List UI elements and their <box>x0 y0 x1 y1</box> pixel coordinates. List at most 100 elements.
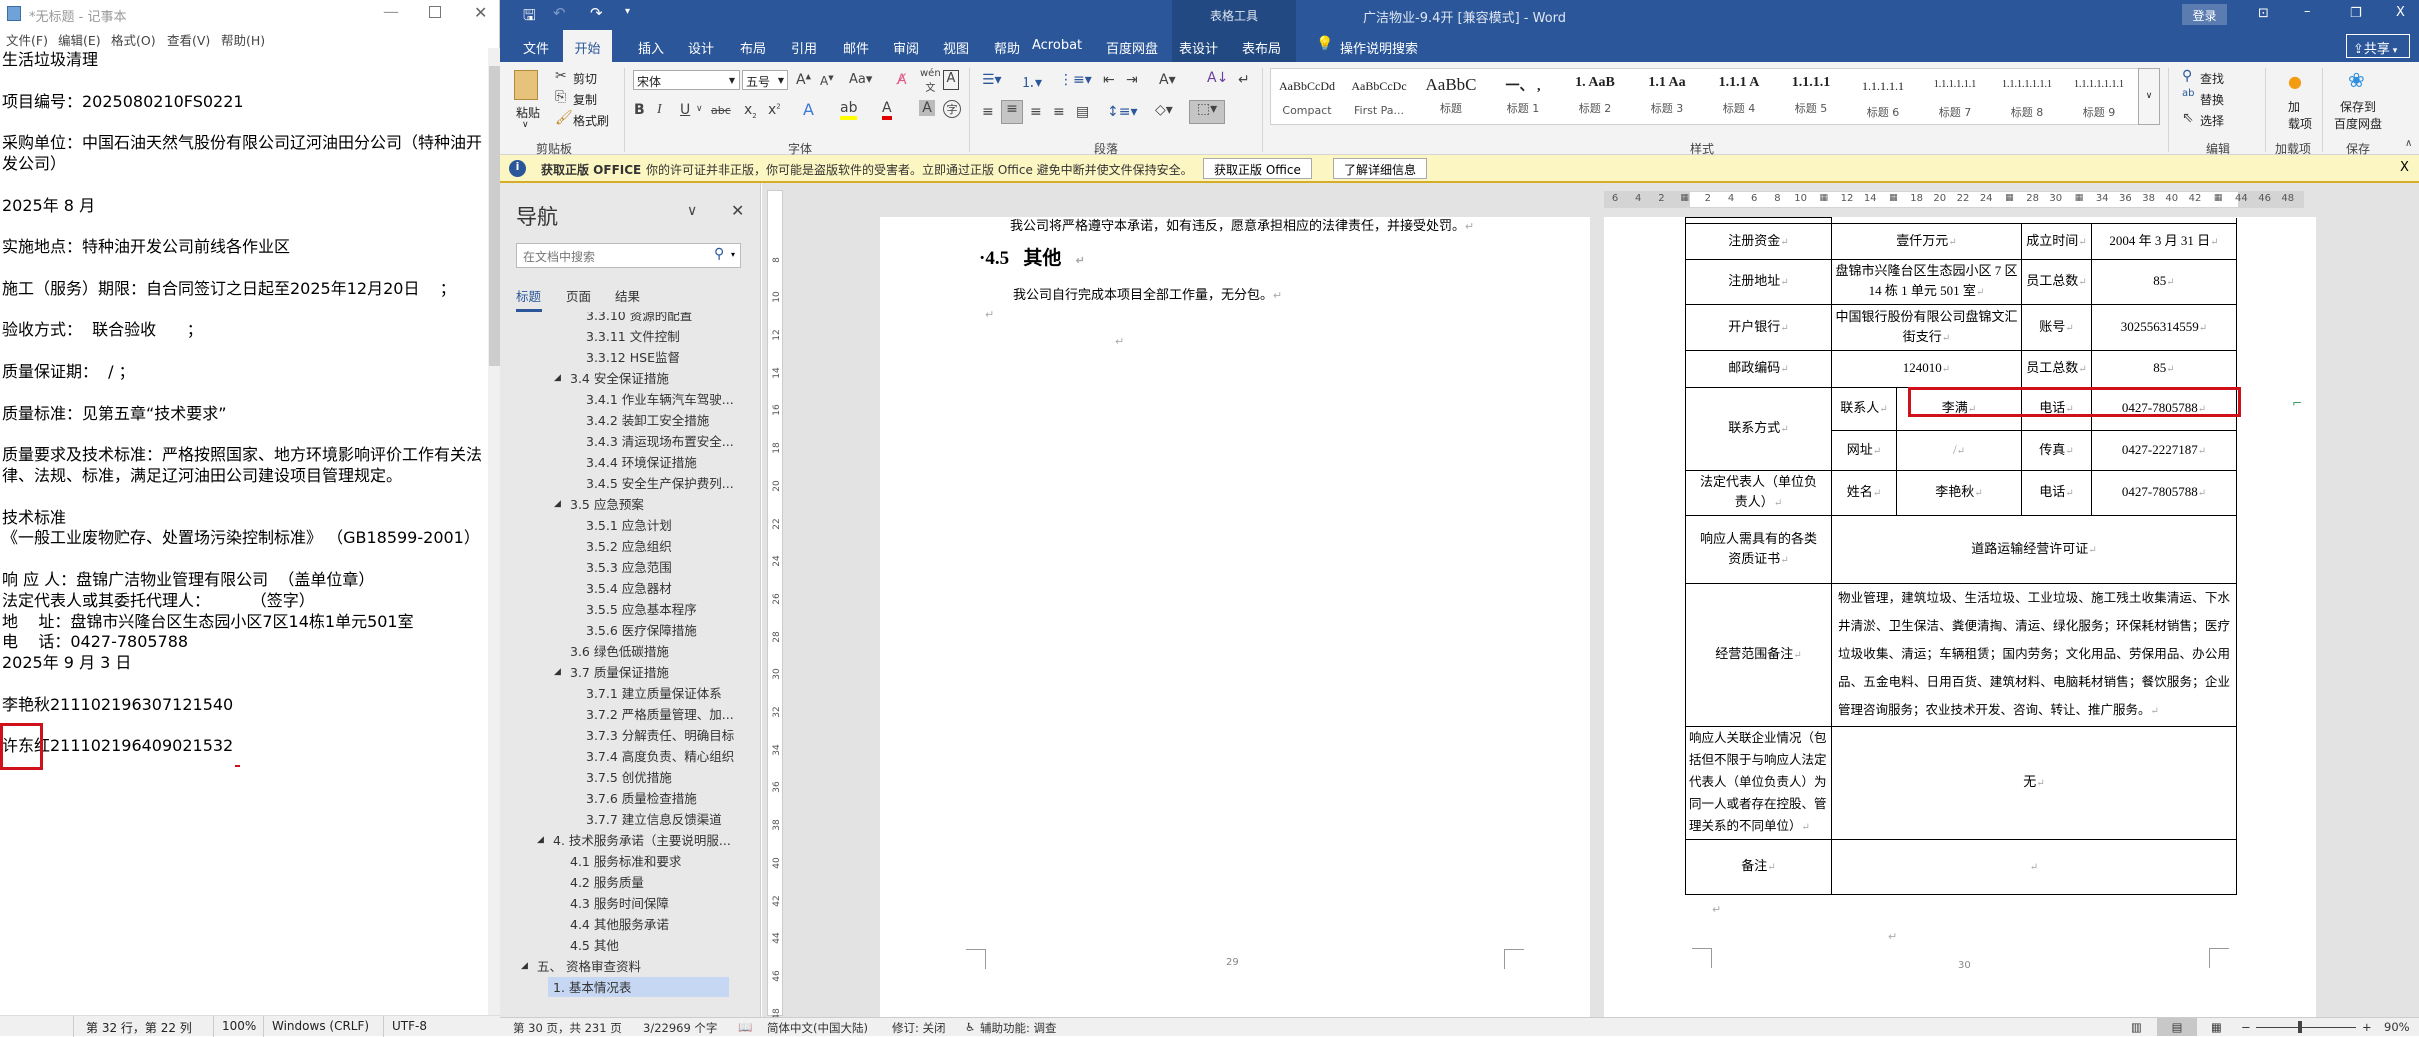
close-message-icon[interactable]: X <box>2400 160 2409 175</box>
tab-layout[interactable]: 布局 <box>740 38 766 57</box>
cell-label[interactable]: 员工总数 <box>2021 259 2092 305</box>
grow-font-icon[interactable]: A▲ <box>796 72 811 88</box>
nav-heading-item[interactable]: 3.5 应急预案 <box>570 494 644 515</box>
notepad-text-area[interactable]: 生活垃圾清理 项目编号：2025080210FS0221 采购单位：中国石油天然… <box>2 50 486 757</box>
page-29[interactable]: 我公司将严格遵守本承诺，如有违反，愿意承担相应的法律责任，并接受处罚。↵ ·4.… <box>880 217 1590 1017</box>
nav-heading-item[interactable]: 3.7.6 质量检查措施 <box>586 788 697 809</box>
nav-tab-headings[interactable]: 标题 <box>516 286 541 305</box>
collapse-triangle-icon[interactable]: ◢ <box>537 835 544 845</box>
character-border-icon[interactable]: A <box>943 70 959 90</box>
nav-heading-item[interactable]: 4.5 其他 <box>570 935 619 956</box>
paste-dropdown-icon[interactable]: ∨ <box>522 120 529 130</box>
show-marks-icon[interactable]: ↵ <box>1238 72 1250 88</box>
shrink-font-icon[interactable]: A▼ <box>820 74 834 88</box>
cell-value[interactable]: 85 <box>2091 350 2237 388</box>
cell-label[interactable]: 法定代表人（单位负责人） <box>1685 470 1832 516</box>
tab-baidu-netdisk[interactable]: 百度网盘 <box>1106 38 1158 57</box>
cell-label[interactable]: 联系方式 <box>1685 387 1832 471</box>
nav-heading-item[interactable]: 3.7.4 高度负责、精心组织 <box>586 746 734 767</box>
nav-heading-item[interactable]: 4.2 服务质量 <box>570 872 644 893</box>
collapse-triangle-icon[interactable]: ◢ <box>554 499 561 509</box>
search-icon[interactable]: ⚲ <box>714 246 724 262</box>
collapse-ribbon-icon[interactable]: ∧ <box>2405 138 2412 149</box>
nav-heading-item[interactable]: 4. 技术服务承诺（主要说明服... <box>553 830 731 851</box>
select-button[interactable]: 选择 <box>2200 112 2224 129</box>
zoom-in-button[interactable]: + <box>2362 1020 2372 1034</box>
cell-label[interactable]: 开户银行 <box>1685 304 1832 351</box>
cell-value[interactable]: 道路运输经营许可证 <box>1831 515 2237 584</box>
track-changes-status[interactable]: 修订: 关闭 <box>892 1020 946 1036</box>
login-button[interactable]: 登录 <box>2182 4 2227 25</box>
cell-label[interactable]: 备注 <box>1685 839 1832 895</box>
close-icon[interactable]: ✕ <box>474 3 487 22</box>
nav-heading-item[interactable]: 3.7.7 建立信息反馈渠道 <box>586 809 722 830</box>
menu-help[interactable]: 帮助(H) <box>221 30 265 49</box>
save-icon[interactable]: 🖫 <box>523 5 536 30</box>
horizontal-ruler[interactable]: 6 4 2 ▦ 2 4 6 8 10 ▦ 12 14 ▦ 18 20 22 24 ▦ 28 30 ▦ 34 36 38 40 42… <box>1604 191 2304 208</box>
nav-heading-item[interactable]: 3.4.4 环境保证措施 <box>586 452 697 473</box>
cell-value[interactable]: 壹仟万元 <box>1831 223 2022 260</box>
search-dropdown-icon[interactable]: ▾ <box>731 250 735 259</box>
zoom-slider-thumb[interactable] <box>2298 1021 2303 1033</box>
format-painter-button[interactable]: 格式刷 <box>573 112 609 129</box>
nav-heading-item[interactable]: 3.3.12 HSE监督 <box>586 347 680 368</box>
tab-help[interactable]: 帮助 <box>994 38 1020 57</box>
underline-dropdown-icon[interactable]: ∨ <box>696 104 703 114</box>
tab-insert[interactable]: 插入 <box>638 38 664 57</box>
justify-icon[interactable]: ≡ <box>1053 104 1065 120</box>
cut-button[interactable]: 剪切 <box>573 70 597 87</box>
tab-file[interactable]: 文件 <box>523 38 549 57</box>
italic-icon[interactable]: I <box>657 102 662 118</box>
print-layout-icon[interactable]: ▤ <box>2157 1018 2197 1036</box>
nav-heading-item[interactable]: 3.7.1 建立质量保证体系 <box>586 683 722 704</box>
cell-value[interactable]: 124010 <box>1831 350 2022 388</box>
nav-tab-pages[interactable]: 页面 <box>566 286 591 305</box>
cell-value[interactable]: 302556314559 <box>2091 304 2237 351</box>
cell-label[interactable]: 账号 <box>2021 304 2092 351</box>
zoom-slider[interactable] <box>2256 1027 2356 1028</box>
restore-icon[interactable]: ❐ <box>2350 6 2362 21</box>
web-layout-icon[interactable]: ▦ <box>2211 1020 2222 1034</box>
nav-heading-item[interactable]: 3.7.2 严格质量管理、加... <box>586 704 734 725</box>
font-size-dropdown[interactable]: 五号 ▼ <box>742 70 788 90</box>
language[interactable]: 简体中文(中国大陆) <box>767 1020 868 1036</box>
tab-design[interactable]: 设计 <box>688 38 714 57</box>
nav-heading-item[interactable]: 3.4.5 安全生产保护费列... <box>586 473 734 494</box>
nav-heading-item[interactable]: 3.7.5 创优措施 <box>586 767 672 788</box>
cell-value[interactable]: / <box>1896 430 2022 471</box>
line-spacing-icon[interactable]: ↕≡▾ <box>1107 104 1138 120</box>
cell-label[interactable]: 注册资金 <box>1685 223 1832 260</box>
comment-icon[interactable]: ⌐ <box>2292 396 2302 410</box>
cell-label[interactable]: 邮政编码 <box>1685 350 1832 388</box>
cell-value[interactable]: 85 <box>2091 259 2237 305</box>
cell-label[interactable]: 姓名 <box>1831 470 1897 516</box>
nav-heading-item[interactable]: 3.5.3 应急范围 <box>586 557 672 578</box>
collapse-triangle-icon[interactable]: ◢ <box>554 373 561 383</box>
nav-close-icon[interactable]: ✕ <box>731 201 744 220</box>
style-item[interactable]: AaBbC 标题 <box>1415 69 1487 124</box>
zoom-out-button[interactable]: − <box>2241 1020 2251 1034</box>
tab-view[interactable]: 视图 <box>943 38 969 57</box>
style-item[interactable]: AaBbCcDc First Pa... <box>1343 69 1415 124</box>
cell-label[interactable]: 成立时间 <box>2021 223 2092 260</box>
tab-acrobat[interactable]: Acrobat <box>1032 38 1082 53</box>
menu-view[interactable]: 查看(V) <box>167 30 210 49</box>
superscript-icon[interactable]: x2 <box>768 102 781 118</box>
cell-value[interactable]: 物业管理，建筑垃圾、生活垃圾、工业垃圾、施工残土收集清运、下水井清淤、卫生保洁、… <box>1831 583 2237 727</box>
nav-heading-item[interactable]: 五、 资格审查资料 <box>537 956 641 977</box>
redo-icon[interactable]: ↷ <box>590 4 603 22</box>
nav-heading-item[interactable]: 3.4 安全保证措施 <box>570 368 669 389</box>
decrease-indent-icon[interactable]: ⇤ <box>1103 72 1115 88</box>
addins-button[interactable]: 加载项 <box>2288 98 2312 132</box>
nav-heading-item[interactable]: 3.6 绿色低碳措施 <box>570 641 669 662</box>
clear-formatting-icon[interactable]: A̸ <box>897 72 907 88</box>
numbering-icon[interactable]: ⒈▾ <box>1021 72 1042 92</box>
copy-button[interactable]: 复制 <box>573 91 597 108</box>
nav-heading-item[interactable]: 3.5.2 应急组织 <box>586 536 672 557</box>
cell-value[interactable] <box>1831 839 2237 895</box>
nav-heading-item[interactable]: 4.1 服务标准和要求 <box>570 851 681 872</box>
style-item[interactable]: AaBbCcDd Compact <box>1271 69 1343 124</box>
cell-value[interactable]: 无 <box>1831 726 2237 840</box>
bullets-icon[interactable]: ☰▾ <box>982 72 1002 88</box>
cell-value[interactable]: 0427-2227187 <box>2091 430 2237 471</box>
